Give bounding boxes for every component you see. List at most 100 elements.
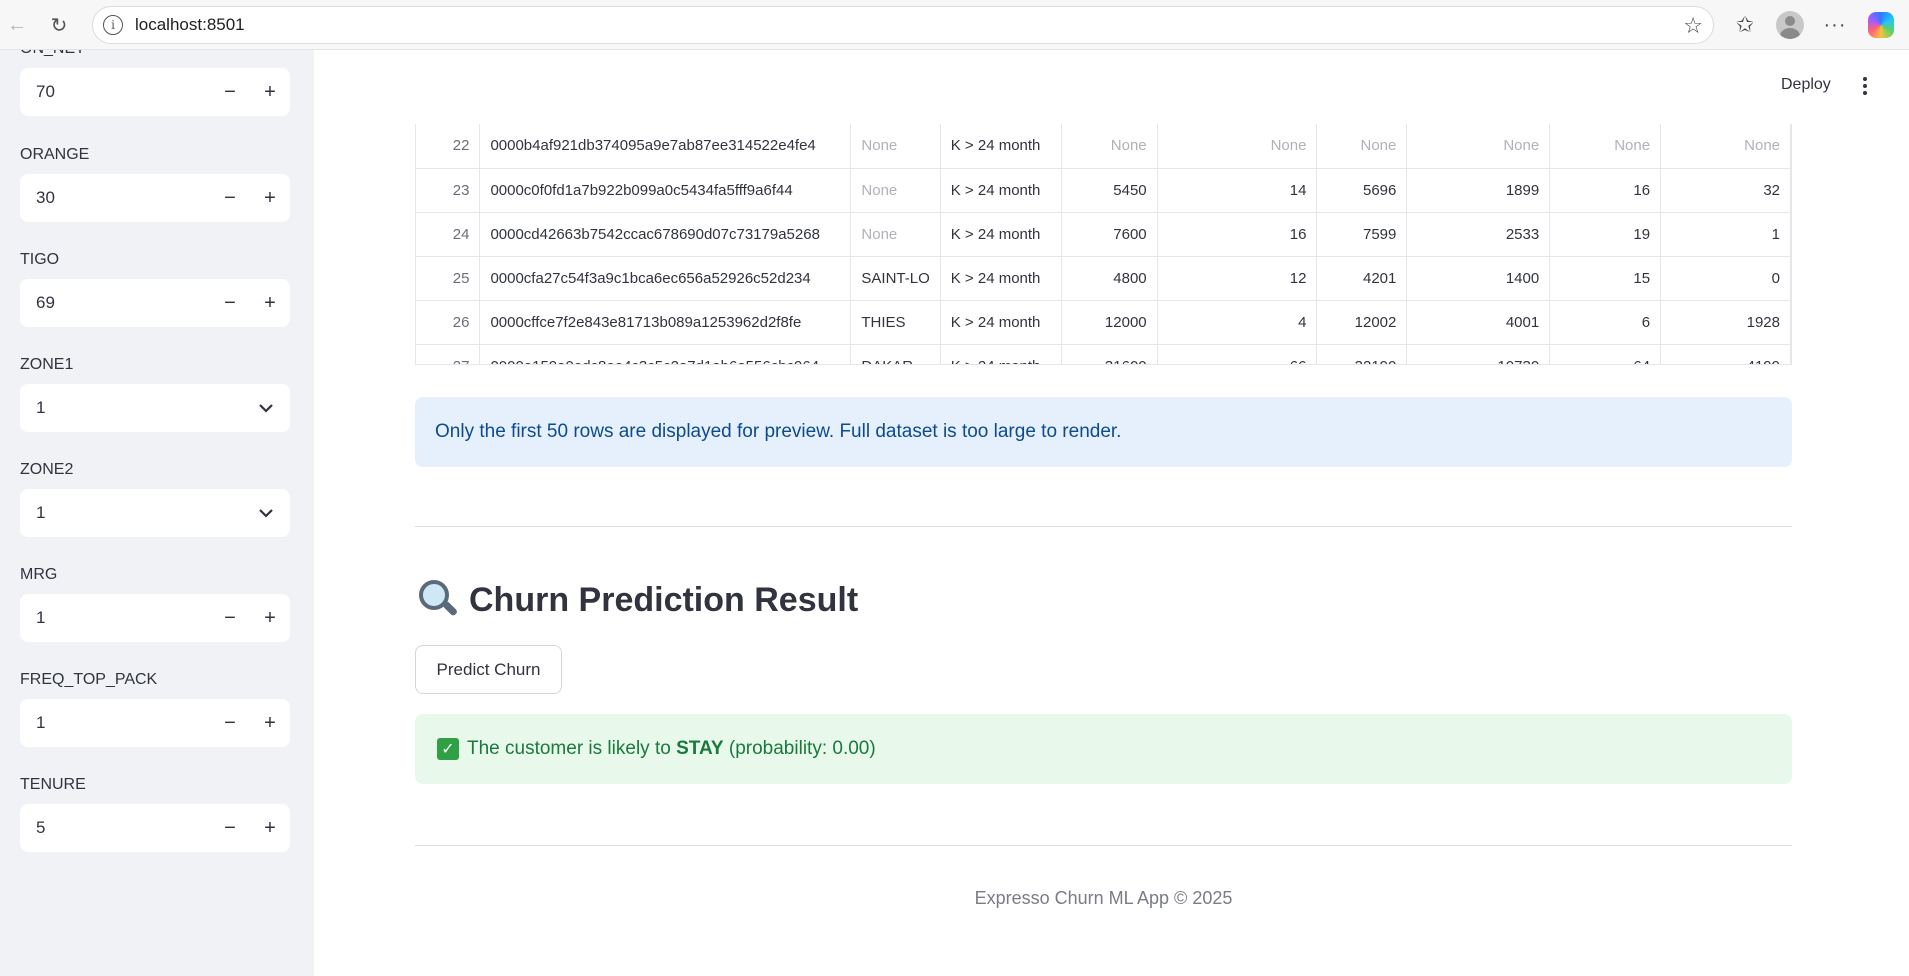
table-row[interactable]: 25 0000cfa27c54f3a9c1bca6ec656a52926c52d2… xyxy=(416,256,1791,301)
table-cell[interactable]: 12000 xyxy=(1061,300,1158,345)
main-menu-icon[interactable] xyxy=(1858,74,1872,98)
table-cell[interactable]: 2533 xyxy=(1406,212,1551,257)
deploy-button[interactable]: Deploy xyxy=(1781,76,1831,94)
table-cell[interactable]: 4199 xyxy=(1660,344,1791,364)
table-row[interactable]: 22 0000b4af921db374095a9e7ab87ee314522e4f… xyxy=(416,124,1791,169)
increment-button[interactable]: + xyxy=(250,174,290,222)
table-cell[interactable]: None xyxy=(1549,124,1662,169)
table-cell[interactable]: 66 xyxy=(1157,344,1318,364)
table-cell[interactable]: K > 24 month xyxy=(940,344,1062,364)
table-row[interactable]: 26 0000cffce7f2e843e81713b089a1253962d2f8… xyxy=(416,300,1791,345)
freq-top-pack-input[interactable]: 1 − + xyxy=(20,699,290,747)
table-cell[interactable]: 19 xyxy=(1549,212,1662,257)
site-info-icon[interactable]: i xyxy=(103,15,123,35)
table-row[interactable]: 24 0000cd42663b7542ccac678690d07c73179a52… xyxy=(416,212,1791,257)
zone2-select[interactable]: 1 xyxy=(20,489,290,537)
table-cell[interactable]: None xyxy=(850,168,941,213)
tenure-value[interactable]: 5 xyxy=(20,818,210,838)
tigo-value[interactable]: 69 xyxy=(20,293,210,313)
row-index-cell[interactable]: 27 xyxy=(416,344,481,364)
table-cell[interactable]: 31600 xyxy=(1061,344,1158,364)
decrement-button[interactable]: − xyxy=(210,804,250,852)
row-index-cell[interactable]: 26 xyxy=(416,300,481,345)
table-cell[interactable]: K > 24 month xyxy=(940,168,1062,213)
table-cell[interactable]: SAINT-LO xyxy=(850,256,941,301)
orange-input[interactable]: 30 − + xyxy=(20,174,290,222)
table-cell[interactable]: 12002 xyxy=(1316,300,1408,345)
table-cell[interactable]: 7600 xyxy=(1061,212,1158,257)
table-cell[interactable]: 0000e159a0edc8ee4c3c5c2a7d1ab6a556cbc964 xyxy=(479,344,852,364)
table-cell[interactable]: 0000b4af921db374095a9e7ab87ee314522e4fe4 xyxy=(479,124,852,169)
table-cell[interactable]: 5450 xyxy=(1061,168,1158,213)
mrg-input[interactable]: 1 − + xyxy=(20,594,290,642)
row-index-cell[interactable]: 22 xyxy=(416,124,481,169)
freq-top-pack-value[interactable]: 1 xyxy=(20,713,210,733)
table-cell[interactable]: 0000cd42663b7542ccac678690d07c73179a5268 xyxy=(479,212,852,257)
tenure-input[interactable]: 5 − + xyxy=(20,804,290,852)
table-cell[interactable]: K > 24 month xyxy=(940,300,1062,345)
table-cell[interactable]: 4001 xyxy=(1406,300,1551,345)
table-cell[interactable]: 0000cfa27c54f3a9c1bca6ec656a52926c52d234 xyxy=(479,256,852,301)
chevron-down-icon[interactable] xyxy=(242,384,290,432)
zone1-select[interactable]: 1 xyxy=(20,384,290,432)
row-index-cell[interactable]: 24 xyxy=(416,212,481,257)
table-cell[interactable]: 5696 xyxy=(1316,168,1408,213)
table-cell[interactable]: None xyxy=(1316,124,1408,169)
table-cell[interactable]: 4 xyxy=(1157,300,1318,345)
table-cell[interactable]: None xyxy=(1406,124,1551,169)
copilot-icon[interactable] xyxy=(1866,10,1896,40)
table-cell[interactable]: 12 xyxy=(1157,256,1318,301)
table-cell[interactable]: None xyxy=(850,212,941,257)
table-cell[interactable]: 10730 xyxy=(1406,344,1551,364)
table-cell[interactable]: 4800 xyxy=(1061,256,1158,301)
table-cell[interactable]: 32 xyxy=(1660,168,1791,213)
increment-button[interactable]: + xyxy=(250,279,290,327)
predict-churn-button[interactable]: Predict Churn xyxy=(415,645,562,694)
tigo-input[interactable]: 69 − + xyxy=(20,279,290,327)
table-cell[interactable]: None xyxy=(1157,124,1318,169)
table-cell[interactable]: 1899 xyxy=(1406,168,1551,213)
favorite-star-icon[interactable]: ☆ xyxy=(1683,13,1703,39)
table-cell[interactable]: 4201 xyxy=(1316,256,1408,301)
table-cell[interactable]: None xyxy=(1061,124,1158,169)
table-cell[interactable]: 16 xyxy=(1157,212,1318,257)
table-cell[interactable]: 6 xyxy=(1549,300,1662,345)
table-cell[interactable]: 7599 xyxy=(1316,212,1408,257)
more-options-icon[interactable]: ··· xyxy=(1820,10,1850,40)
increment-button[interactable]: + xyxy=(250,804,290,852)
address-bar[interactable]: i localhost:8501 ☆ xyxy=(92,6,1714,44)
table-cell[interactable]: None xyxy=(1660,124,1791,169)
favorites-icon[interactable]: ✩ xyxy=(1730,10,1760,40)
increment-button[interactable]: + xyxy=(250,699,290,747)
increment-button[interactable]: + xyxy=(250,68,290,116)
row-index-cell[interactable]: 23 xyxy=(416,168,481,213)
table-cell[interactable]: DAKAR xyxy=(850,344,941,364)
table-cell[interactable]: 16 xyxy=(1549,168,1662,213)
row-index-cell[interactable]: 25 xyxy=(416,256,481,301)
on-net-value[interactable]: 70 xyxy=(20,82,210,102)
table-cell[interactable]: K > 24 month xyxy=(940,212,1062,257)
increment-button[interactable]: + xyxy=(250,594,290,642)
orange-value[interactable]: 30 xyxy=(20,188,210,208)
table-cell[interactable]: 14 xyxy=(1157,168,1318,213)
table-cell[interactable]: THIES xyxy=(850,300,941,345)
decrement-button[interactable]: − xyxy=(210,68,250,116)
on-net-input[interactable]: 70 − + xyxy=(20,68,290,116)
table-cell[interactable]: 32190 xyxy=(1316,344,1408,364)
table-cell[interactable]: None xyxy=(850,124,941,169)
table-cell[interactable]: 1928 xyxy=(1660,300,1791,345)
table-cell[interactable]: K > 24 month xyxy=(940,256,1062,301)
decrement-button[interactable]: − xyxy=(210,279,250,327)
mrg-value[interactable]: 1 xyxy=(20,608,210,628)
back-arrow-icon[interactable]: ← xyxy=(2,10,32,40)
table-row[interactable]: 23 0000c0f0fd1a7b922b099a0c5434fa5fff9a6f… xyxy=(416,168,1791,213)
table-cell[interactable]: 64 xyxy=(1549,344,1662,364)
table-cell[interactable]: K > 24 month xyxy=(940,124,1062,169)
dataframe-preview[interactable]: 22 0000b4af921db374095a9e7ab87ee314522e4f… xyxy=(415,124,1792,365)
profile-avatar-icon[interactable] xyxy=(1775,10,1805,40)
table-cell[interactable]: 0000c0f0fd1a7b922b099a0c5434fa5fff9a6f44 xyxy=(479,168,852,213)
table-cell[interactable]: 1400 xyxy=(1406,256,1551,301)
table-cell[interactable]: 15 xyxy=(1549,256,1662,301)
table-row[interactable]: 270000e159a0edc8ee4c3c5c2a7d1ab6a556cbc9… xyxy=(416,344,1791,364)
decrement-button[interactable]: − xyxy=(210,174,250,222)
